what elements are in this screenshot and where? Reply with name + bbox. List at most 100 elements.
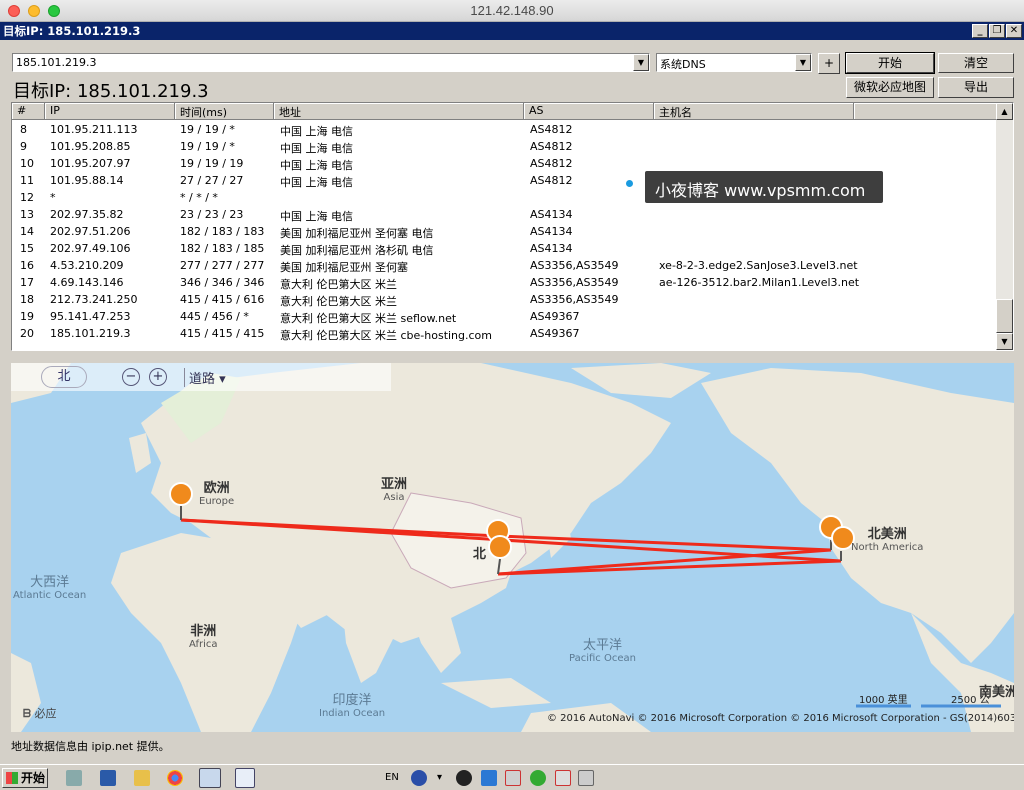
scale-km: 2500 公: [951, 695, 990, 706]
cell-as: AS4812: [530, 157, 573, 170]
cell-addr: 意大利 伦巴第大区 米兰 seflow.net: [280, 312, 457, 325]
road-view-dropdown[interactable]: 道路 ▾: [184, 368, 226, 387]
zoom-out-icon[interactable]: −: [122, 368, 140, 386]
table-row[interactable]: 14 202.97.51.206 182 / 183 / 183 美国 加利福尼亚州 …: [12, 223, 997, 240]
cell-time: 445 / 456 / *: [180, 310, 249, 323]
cell-host: ae-126-3512.bar2.Milan1.Level3.net: [659, 276, 860, 289]
chevron-down-icon[interactable]: ▼: [633, 54, 649, 71]
cell-time: 19 / 19 / *: [180, 140, 235, 153]
cell-ip: 101.95.211.113: [50, 123, 138, 136]
tray-expand-icon[interactable]: ▾: [437, 772, 442, 783]
cell-as: AS49367: [530, 327, 580, 340]
start-button[interactable]: 开始: [2, 768, 48, 788]
besttrace-icon[interactable]: [199, 768, 221, 788]
table-row[interactable]: 10 101.95.207.97 19 / 19 / 19 中国 上海 电信 AS481…: [12, 155, 997, 172]
network-error-icon[interactable]: [505, 770, 521, 786]
col-hostname[interactable]: 主机名: [654, 103, 854, 120]
col-ip[interactable]: IP: [45, 103, 175, 120]
security-shield-icon[interactable]: [481, 770, 497, 786]
qq-icon[interactable]: [456, 770, 472, 786]
col-hop[interactable]: #: [12, 103, 45, 120]
cell-ip: *: [50, 191, 56, 204]
table-row[interactable]: 19 95.141.47.253 445 / 456 / * 意大利 伦巴第大区 米兰…: [12, 308, 997, 325]
volume-muted-icon[interactable]: [555, 770, 571, 786]
export-button[interactable]: 导出: [938, 77, 1014, 98]
cell-time: 27 / 27 / 27: [180, 174, 244, 187]
cell-time: 182 / 183 / 185: [180, 242, 265, 255]
add-button[interactable]: +: [818, 53, 840, 74]
table-header: # IP 时间(ms) 地址 AS 主机名: [12, 103, 997, 120]
windows-logo-icon: [6, 772, 18, 784]
scroll-up-icon[interactable]: ▲: [996, 103, 1013, 120]
cell-time: 346 / 346 / 346: [180, 276, 265, 289]
cell-addr: 美国 加利福尼亚州 圣何塞: [280, 261, 408, 274]
cell-as: AS4812: [530, 140, 573, 153]
bing-map-button[interactable]: 微软必应地图: [846, 77, 934, 98]
map-copyright: © 2016 AutoNavi © 2016 Microsoft Corpora…: [547, 713, 1014, 724]
col-as[interactable]: AS: [524, 103, 654, 120]
zoom-in-icon[interactable]: +: [149, 368, 167, 386]
cell-time: 415 / 415 / 616: [180, 293, 265, 306]
cell-time: 19 / 19 / 19: [180, 157, 244, 170]
chrome-icon[interactable]: [167, 770, 183, 786]
col-time[interactable]: 时间(ms): [175, 103, 274, 120]
table-row[interactable]: 17 4.69.143.146 346 / 346 / 346 意大利 伦巴第大区 米…: [12, 274, 997, 291]
col-filler: [854, 103, 997, 120]
cell-as: AS4812: [530, 174, 573, 187]
region-beijing: 北: [473, 547, 487, 562]
cell-addr: 意大利 伦巴第大区 米兰: [280, 278, 397, 291]
cell-time: 415 / 415 / 415: [180, 327, 265, 340]
scroll-down-icon[interactable]: ▼: [996, 333, 1013, 350]
target-ip-input[interactable]: 185.101.219.3 ▼: [12, 53, 650, 72]
cell-hop: 12: [20, 191, 34, 204]
server-manager-icon[interactable]: [66, 770, 82, 786]
scroll-thumb[interactable]: [996, 299, 1013, 333]
dns-select[interactable]: 系统DNS ▼: [656, 53, 812, 72]
table-row[interactable]: 15 202.97.49.106 182 / 183 / 185 美国 加利福尼亚州 …: [12, 240, 997, 257]
cell-addr: 意大利 伦巴第大区 米兰: [280, 295, 397, 308]
powershell-icon[interactable]: [100, 770, 116, 786]
cell-ip: 202.97.35.82: [50, 208, 124, 221]
folder-icon[interactable]: [134, 770, 150, 786]
cell-as: AS3356,AS3549: [530, 276, 619, 289]
close-button[interactable]: ✕: [1006, 24, 1022, 38]
table-row[interactable]: 18 212.73.241.250 415 / 415 / 616 意大利 伦巴第大区…: [12, 291, 997, 308]
region-europe: 欧洲 Europe: [199, 481, 235, 507]
shield-app-icon[interactable]: [235, 768, 255, 788]
cell-hop: 19: [20, 310, 34, 323]
help-icon[interactable]: [411, 770, 427, 786]
chevron-down-icon[interactable]: ▼: [795, 54, 811, 71]
cell-ip: 202.97.51.206: [50, 225, 131, 238]
update-icon[interactable]: [530, 770, 546, 786]
restore-button[interactable]: ❐: [989, 24, 1005, 38]
mac-title-bar: 121.42.148.90: [0, 0, 1024, 22]
clear-button[interactable]: 清空: [938, 53, 1014, 73]
table-row[interactable]: 20 185.101.219.3 415 / 415 / 415 意大利 伦巴第大区 …: [12, 325, 997, 342]
ocean-pacific: 太平洋 Pacific Ocean: [569, 638, 636, 664]
table-row[interactable]: 16 4.53.210.209 277 / 277 / 277 美国 加利福尼亚州 圣…: [12, 257, 997, 274]
target-heading: 目标IP: 185.101.219.3: [13, 81, 209, 102]
minimize-button[interactable]: _: [972, 24, 988, 38]
route-map[interactable]: 北 − + 道路 ▾ 欧洲 Europe 亚洲 Asia 北美洲 North Amer…: [11, 363, 1014, 732]
table-row[interactable]: 13 202.97.35.82 23 / 23 / 23 中国 上海 电信 AS4134: [12, 206, 997, 223]
cell-as: AS3356,AS3549: [530, 293, 619, 306]
cell-hop: 9: [20, 140, 27, 153]
cell-hop: 8: [20, 123, 27, 136]
table-scrollbar[interactable]: ▲ ▼: [996, 103, 1013, 350]
table-row[interactable]: 8 101.95.211.113 19 / 19 / * 中国 上海 电信 AS4812: [12, 121, 997, 138]
cell-addr: 中国 上海 电信: [280, 176, 353, 189]
col-address[interactable]: 地址: [274, 103, 524, 120]
cell-as: AS4812: [530, 123, 573, 136]
trace-table: # IP 时间(ms) 地址 AS 主机名 8 101.95.211.113 19 …: [11, 102, 1014, 351]
target-ip-value: 185.101.219.3: [16, 56, 97, 69]
start-button[interactable]: 开始: [845, 52, 935, 74]
cell-as: AS4134: [530, 242, 573, 255]
cell-ip: 95.141.47.253: [50, 310, 131, 323]
cell-ip: 101.95.207.97: [50, 157, 131, 170]
table-row[interactable]: 9 101.95.208.85 19 / 19 / * 中国 上海 电信 AS4812: [12, 138, 997, 155]
cell-as: AS4134: [530, 225, 573, 238]
display-icon[interactable]: [578, 770, 594, 786]
compass-control[interactable]: 北: [41, 366, 87, 388]
cell-hop: 11: [20, 174, 34, 187]
language-indicator[interactable]: EN: [385, 772, 399, 783]
